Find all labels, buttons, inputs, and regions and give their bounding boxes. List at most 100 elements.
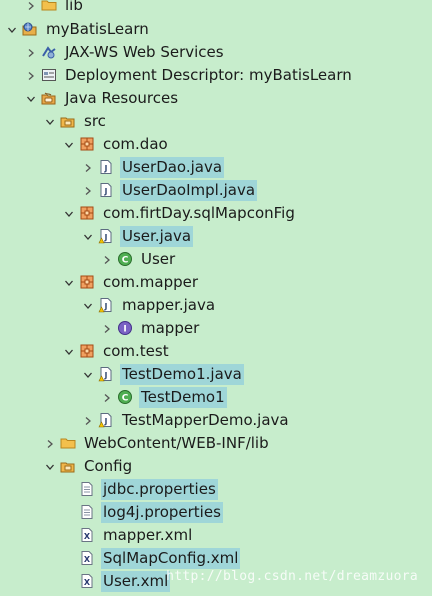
tree-item-mybatislearn[interactable]: myBatisLearn [0, 18, 432, 41]
java-file-warning-icon: J [98, 297, 114, 313]
chevron-right-icon[interactable] [43, 432, 57, 455]
chevron-right-icon[interactable] [24, 0, 38, 17]
tree-item-label: TestDemo1 [139, 387, 227, 408]
package-icon [79, 343, 95, 359]
chevron-right-icon[interactable] [100, 386, 114, 409]
tree-item-sqlmapconfig-xml[interactable]: X SqlMapConfig.xml [0, 547, 432, 570]
tree-item-label: TestDemo1.java [120, 364, 244, 385]
svg-text:J: J [104, 187, 108, 196]
chevron-down-icon[interactable] [43, 455, 57, 478]
chevron-down-icon[interactable] [81, 294, 95, 317]
tree-item-user[interactable]: C User [0, 248, 432, 271]
tree-item-lib[interactable]: lib [0, 0, 432, 17]
svg-text:J: J [104, 417, 108, 426]
svg-text:C: C [122, 394, 129, 404]
tree-item-com-dao[interactable]: com.dao [0, 133, 432, 156]
chevron-right-icon[interactable] [81, 409, 95, 432]
tree-item-com-mapper[interactable]: com.mapper [0, 271, 432, 294]
java-resources-icon [41, 90, 57, 106]
chevron-down-icon[interactable] [24, 87, 38, 110]
svg-text:J: J [104, 302, 108, 311]
tree-item-mapper-java[interactable]: Jmapper.java [0, 294, 432, 317]
tree-item-testmapperdemo-java[interactable]: J TestMapperDemo.java [0, 409, 432, 432]
chevron-right-icon[interactable] [81, 156, 95, 179]
tree-item-userdaoimpl-java[interactable]: J UserDaoImpl.java [0, 179, 432, 202]
chevron-down-icon[interactable] [43, 110, 57, 133]
tree-item-label: src [84, 112, 106, 130]
tree-item-jdbc-properties[interactable]: jdbc.properties [0, 478, 432, 501]
chevron-right-icon[interactable] [24, 64, 38, 87]
class-icon: C [117, 389, 133, 405]
java-file-icon: J [98, 182, 114, 198]
chevron-down-icon[interactable] [81, 225, 95, 248]
properties-file-icon [79, 481, 95, 497]
project-explorer-tree: lib myBatisLearn JAX-WS Web Services Deploy… [0, 0, 432, 596]
svg-text:C: C [122, 256, 129, 266]
interface-icon: I [117, 320, 133, 336]
tree-item-config[interactable]: Config [0, 455, 432, 478]
tree-item-label: com.test [103, 342, 169, 360]
tree-item-mapper[interactable]: Imapper [0, 317, 432, 340]
tree-item-label: myBatisLearn [46, 20, 149, 38]
tree-item-java-resources[interactable]: Java Resources [0, 87, 432, 110]
chevron-down-icon[interactable] [5, 18, 19, 41]
tree-item-label: mapper [141, 319, 200, 337]
tree-item-label: mapper.xml [103, 526, 193, 544]
chevron-right-icon[interactable] [100, 317, 114, 340]
chevron-down-icon[interactable] [81, 363, 95, 386]
xml-file-icon: X [79, 550, 95, 566]
svg-text:J: J [104, 164, 108, 173]
tree-item-deployment-descriptor-mybatislearn[interactable]: Deployment Descriptor: myBatisLearn [0, 64, 432, 87]
tree-item-label: mapper.java [122, 296, 216, 314]
tree-item-label: TestMapperDemo.java [122, 411, 289, 429]
tree-item-userdao-java[interactable]: J UserDao.java [0, 156, 432, 179]
tree-item-src[interactable]: src [0, 110, 432, 133]
package-icon [79, 205, 95, 221]
chevron-down-icon[interactable] [62, 202, 76, 225]
svg-text:X: X [84, 578, 91, 587]
folder-icon [41, 0, 57, 13]
tree-item-label: jdbc.properties [101, 479, 218, 500]
chevron-right-icon[interactable] [81, 179, 95, 202]
package-icon [79, 136, 95, 152]
svg-text:J: J [104, 371, 108, 380]
chevron-right-icon[interactable] [100, 248, 114, 271]
tree-item-label: UserDaoImpl.java [120, 180, 258, 201]
tree-item-log4j-properties[interactable]: log4j.properties [0, 501, 432, 524]
web-services-icon [41, 44, 57, 60]
source-folder-icon [60, 458, 76, 474]
chevron-down-icon[interactable] [62, 133, 76, 156]
svg-text:X: X [84, 555, 91, 564]
svg-text:I: I [123, 325, 126, 335]
tree-item-label: UserDao.java [120, 157, 225, 178]
chevron-down-icon[interactable] [62, 271, 76, 294]
folder-icon [60, 435, 76, 451]
tree-item-label: WebContent/WEB-INF/lib [84, 434, 269, 452]
tree-item-jax-ws-web-services[interactable]: JAX-WS Web Services [0, 41, 432, 64]
source-folder-icon [60, 113, 76, 129]
xml-file-icon: X [79, 573, 95, 589]
tree-item-label: User.xml [101, 571, 171, 592]
tree-item-webcontent-web-inf-lib[interactable]: WebContent/WEB-INF/lib [0, 432, 432, 455]
tree-item-com-test[interactable]: com.test [0, 340, 432, 363]
tree-item-mapper-xml[interactable]: Xmapper.xml [0, 524, 432, 547]
tree-item-label: User.java [120, 226, 194, 247]
properties-file-icon [79, 504, 95, 520]
tree-item-testdemo1-java[interactable]: J TestDemo1.java [0, 363, 432, 386]
deployment-descriptor-icon [41, 67, 57, 83]
chevron-right-icon[interactable] [24, 41, 38, 64]
tree-item-label: lib [65, 0, 83, 14]
xml-file-icon: X [79, 527, 95, 543]
tree-item-user-java[interactable]: J User.java [0, 225, 432, 248]
java-file-warning-icon: J [98, 412, 114, 428]
tree-item-label: com.firtDay.sqlMapconFig [103, 204, 295, 222]
tree-item-com-firtday-sqlmapconfig[interactable]: com.firtDay.sqlMapconFig [0, 202, 432, 225]
class-icon: C [117, 251, 133, 267]
svg-text:J: J [104, 233, 108, 242]
java-file-warning-icon: J [98, 366, 114, 382]
tree-item-testdemo1[interactable]: C TestDemo1 [0, 386, 432, 409]
package-icon [79, 274, 95, 290]
tree-item-label: com.mapper [103, 273, 199, 291]
java-file-icon: J [98, 159, 114, 175]
chevron-down-icon[interactable] [62, 340, 76, 363]
